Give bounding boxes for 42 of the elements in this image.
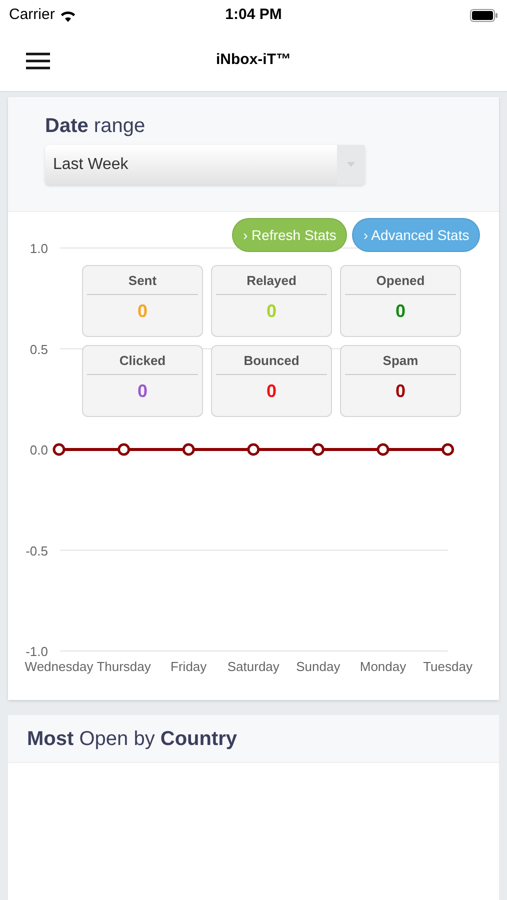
date-range-select[interactable]: Last Week <box>45 145 365 185</box>
wifi-icon <box>58 8 77 22</box>
stat-label: Opened <box>376 272 425 290</box>
battery-icon <box>470 8 498 22</box>
date-range-label: Date range <box>45 114 146 139</box>
axis-label: Thursday <box>96 659 151 674</box>
stats-button[interactable]: › Refresh Stats <box>232 218 348 252</box>
data-point <box>312 443 324 456</box>
stat-value: 0 <box>266 300 276 322</box>
carrier-label: Carrier <box>9 4 55 25</box>
stat-value: 0 <box>137 380 148 402</box>
data-point <box>118 443 130 456</box>
stat-value: 0 <box>266 380 276 402</box>
axis-label: Saturday <box>227 659 280 674</box>
stat-label: Sent <box>128 272 157 290</box>
data-point <box>247 443 260 456</box>
stat-label: Clicked <box>119 352 166 370</box>
axis-label: Sunday <box>296 659 340 674</box>
axis-label: Wednesday <box>24 659 94 674</box>
stat-value: 0 <box>395 300 406 322</box>
axis-label: 0.5 <box>30 342 48 357</box>
axis-label: 1.0 <box>30 241 48 256</box>
axis-label: Monday <box>360 659 406 674</box>
data-point <box>376 443 390 456</box>
data-point <box>52 443 66 456</box>
stat-value: 0 <box>137 300 148 322</box>
app-title: iNbox-iT™ <box>216 50 291 70</box>
axis-label: -0.5 <box>26 543 48 558</box>
data-point <box>182 443 195 456</box>
axis-label: 0.0 <box>30 442 48 458</box>
stat-label: Bounced <box>244 352 300 370</box>
stat-label: Spam <box>382 352 418 370</box>
panel-title: Most Open by Country <box>27 726 238 752</box>
stat-label: Relayed <box>246 272 296 290</box>
stat-value: 0 <box>395 380 406 402</box>
status-time: 1:04 PM <box>225 4 282 25</box>
stats-button[interactable]: › Advanced Stats <box>352 218 480 252</box>
data-point <box>442 443 454 456</box>
axis-label: Tuesday <box>423 659 472 674</box>
axis-label: -1.0 <box>26 644 48 659</box>
axis-label: Friday <box>170 659 207 674</box>
caret-icon <box>337 145 365 185</box>
